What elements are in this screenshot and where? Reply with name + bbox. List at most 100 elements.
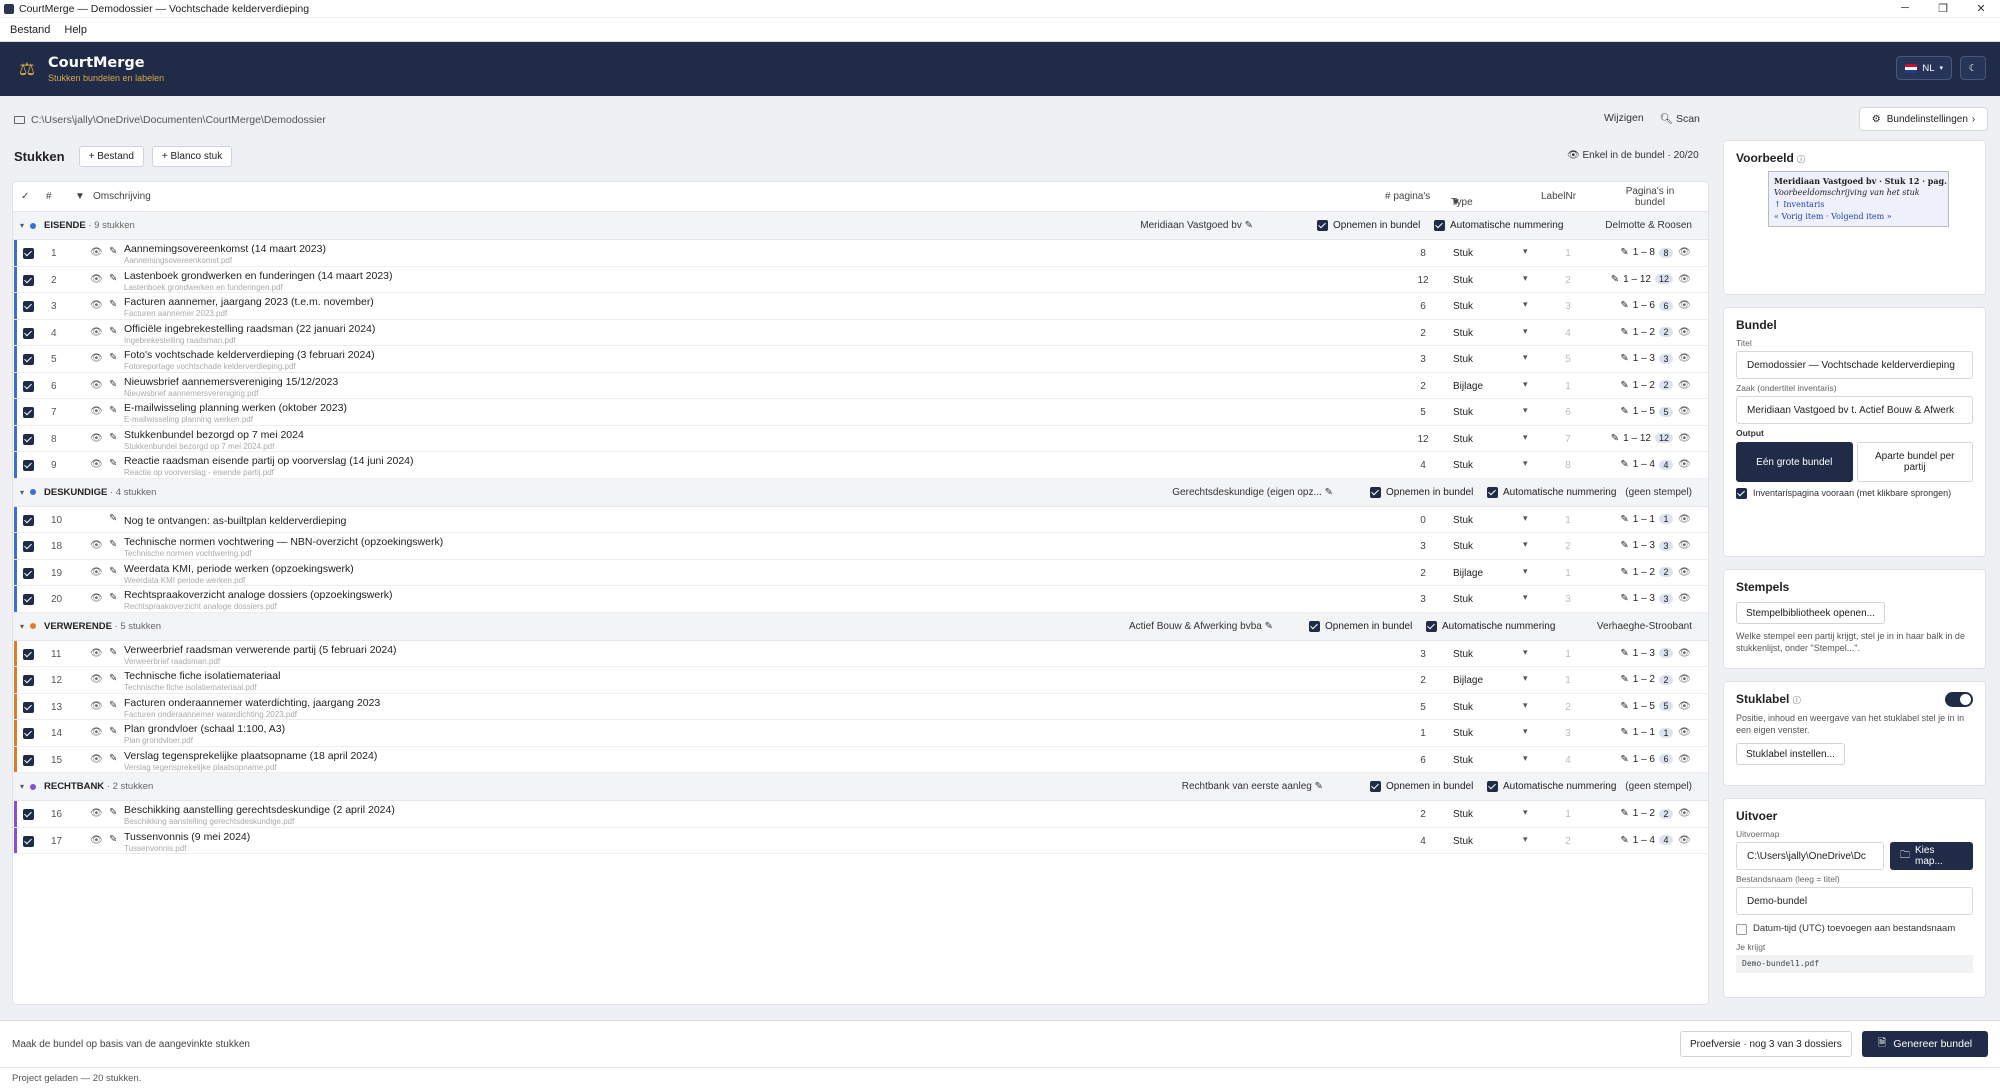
edit-pencil-icon[interactable]: ✎ xyxy=(109,246,117,257)
edit-pencil-icon[interactable]: ✎ xyxy=(109,592,117,603)
row-type-select[interactable]: Stuk xyxy=(1453,275,1473,286)
row-description[interactable]: Weerdata KMI, periode werken (opzoekings… xyxy=(124,563,354,575)
wijzigen-button[interactable]: Wijzigen xyxy=(1604,112,1644,125)
row-checkbox[interactable] xyxy=(23,728,34,739)
group-header[interactable]: ▾ RECHTBANK · 2 stukken Rechtbank van eers… xyxy=(13,773,1708,801)
pencil-icon[interactable]: ✎ xyxy=(1620,540,1628,551)
view-eye-icon[interactable]: 👁︎ xyxy=(1678,300,1691,311)
view-eye-icon[interactable]: 👁︎ xyxy=(1678,540,1691,551)
pencil-icon[interactable]: ✎ xyxy=(1620,754,1628,765)
stuklabel-toggle[interactable] xyxy=(1945,692,1973,707)
party-name[interactable]: Gerechtsdeskundige (eigen opz... ✎ xyxy=(1133,487,1333,498)
view-eye-icon[interactable]: 👁︎ xyxy=(1678,648,1691,659)
pencil-icon[interactable]: ✎ xyxy=(1620,648,1628,659)
view-eye-icon[interactable]: 👁︎ xyxy=(1678,327,1691,338)
table-row[interactable]: 17 👁︎ ✎ Tussenvonnis (9 mei 2024) Tussenvonn… xyxy=(13,827,1708,854)
view-eye-icon[interactable]: 👁︎ xyxy=(1678,701,1691,712)
table-row[interactable]: 7 👁︎ ✎ E-mailwisseling planning werken (okt… xyxy=(13,399,1708,426)
edit-pencil-icon[interactable]: ✎ xyxy=(109,539,117,550)
scan-button[interactable]: 🔍︎ Scan xyxy=(1660,112,1700,125)
row-type-select[interactable]: Stuk xyxy=(1453,809,1473,820)
pencil-icon[interactable]: ✎ xyxy=(1620,353,1628,364)
chevron-down-icon[interactable]: ▾ xyxy=(1523,539,1528,550)
table-row[interactable]: 16 👁︎ ✎ Beschikking aanstelling gerechtsdes… xyxy=(13,801,1708,828)
auto-number-checkbox[interactable] xyxy=(1487,486,1498,498)
row-type-select[interactable]: Stuk xyxy=(1453,407,1473,418)
chevron-down-icon[interactable]: ▾ xyxy=(1523,834,1528,845)
select-all-checkmark-icon[interactable]: ✓ xyxy=(21,191,29,202)
row-checkbox[interactable] xyxy=(23,274,34,286)
view-eye-icon[interactable]: 👁︎ xyxy=(1678,514,1691,525)
preview-eye-icon[interactable]: 👁︎ xyxy=(90,567,103,578)
view-eye-icon[interactable]: 👁︎ xyxy=(1678,754,1691,765)
row-type-select[interactable]: Bijlage xyxy=(1453,381,1483,392)
stempelbibliotheek-button[interactable]: Stempelbibliotheek openen... xyxy=(1736,602,1885,624)
pencil-icon[interactable]: ✎ xyxy=(1620,727,1628,738)
row-checkbox[interactable] xyxy=(23,701,34,713)
row-description[interactable]: Facturen onderaannemer waterdichting, ja… xyxy=(124,697,380,709)
auto-number-option[interactable]: Automatische nummering xyxy=(1487,486,1616,498)
genereer-bundel-button[interactable]: 🗎 Genereer bundel xyxy=(1862,1031,1988,1057)
row-type-select[interactable]: Stuk xyxy=(1453,354,1473,365)
preview-eye-icon[interactable]: 👁︎ xyxy=(90,459,103,470)
auto-number-checkbox[interactable] xyxy=(1434,220,1445,231)
edit-pencil-icon[interactable]: ✎ xyxy=(109,432,117,443)
view-eye-icon[interactable]: 👁︎ xyxy=(1678,459,1691,470)
row-type-select[interactable]: Bijlage xyxy=(1453,568,1483,579)
row-checkbox[interactable] xyxy=(23,301,34,312)
chevron-down-icon[interactable]: ▾ xyxy=(1523,566,1528,577)
row-description[interactable]: Reactie raadsman eisende partij op voorv… xyxy=(124,455,414,467)
output-one-bundle[interactable]: Eén grote bundel xyxy=(1736,442,1853,482)
row-type-select[interactable]: Stuk xyxy=(1453,515,1473,526)
preview-eye-icon[interactable]: 👁︎ xyxy=(90,274,103,285)
include-option[interactable]: Opnemen in bundel xyxy=(1317,220,1420,231)
edit-pencil-icon[interactable]: ✎ xyxy=(109,647,117,658)
stamp-name[interactable]: Verhaeghe-Stroobant xyxy=(1597,621,1692,632)
close-icon[interactable]: ✕ xyxy=(1962,2,2000,15)
pencil-icon[interactable]: ✎ xyxy=(1620,567,1628,578)
zaak-input[interactable]: Meridiaan Vastgoed bv t. Actief Bouw & A… xyxy=(1736,396,1973,424)
menu-bestand[interactable]: Bestand xyxy=(10,24,50,36)
collapse-arrow-icon[interactable]: ▾ xyxy=(20,488,24,497)
chevron-down-icon[interactable]: ▾ xyxy=(1523,432,1528,443)
table-row[interactable]: 8 👁︎ ✎ Stukkenbundel bezorgd op 7 mei 2024 S… xyxy=(13,425,1708,452)
row-checkbox[interactable] xyxy=(23,248,34,259)
pencil-icon[interactable]: ✎ xyxy=(1620,459,1628,470)
chevron-down-icon[interactable]: ▾ xyxy=(1523,647,1528,658)
row-description[interactable]: Stukkenbundel bezorgd op 7 mei 2024 xyxy=(124,429,304,441)
maximize-icon[interactable]: ❐ xyxy=(1924,2,1962,15)
preview-eye-icon[interactable]: 👁︎ xyxy=(90,247,103,258)
collapse-arrow-icon[interactable]: ▾ xyxy=(20,221,24,230)
row-checkbox[interactable] xyxy=(23,675,34,686)
menu-help[interactable]: Help xyxy=(64,24,87,36)
row-type-select[interactable]: Stuk xyxy=(1453,728,1473,739)
row-description[interactable]: Beschikking aanstelling gerechtsdeskundi… xyxy=(124,804,395,816)
row-checkbox[interactable] xyxy=(23,541,34,552)
table-row[interactable]: 6 👁︎ ✎ Nieuwsbrief aannemersvereniging 15/1… xyxy=(13,372,1708,399)
chevron-down-icon[interactable]: ▾ xyxy=(1523,299,1528,310)
dark-mode-toggle[interactable]: ☾ xyxy=(1960,56,1986,80)
table-row[interactable]: 15 👁︎ ✎ Verslag tegensprekelijke plaatsopna… xyxy=(13,746,1708,773)
pencil-icon[interactable]: ✎ xyxy=(1620,593,1628,604)
include-option[interactable]: Opnemen in bundel xyxy=(1370,781,1473,792)
edit-pencil-icon[interactable]: ✎ xyxy=(109,807,117,818)
preview-eye-icon[interactable]: 👁︎ xyxy=(90,300,103,311)
row-checkbox[interactable] xyxy=(23,754,34,766)
row-type-select[interactable]: Stuk xyxy=(1453,594,1473,605)
view-eye-icon[interactable]: 👁︎ xyxy=(1678,353,1691,364)
inventaris-checkbox[interactable] xyxy=(1736,488,1747,499)
row-description[interactable]: Technische normen vochtwering — NBN-over… xyxy=(124,536,443,548)
preview-eye-icon[interactable]: 👁︎ xyxy=(90,835,103,846)
preview-eye-icon[interactable]: 👁︎ xyxy=(90,380,103,391)
chevron-down-icon[interactable]: ▾ xyxy=(1523,513,1528,524)
row-type-select[interactable]: Stuk xyxy=(1453,541,1473,552)
chevron-down-icon[interactable]: ▾ xyxy=(1523,673,1528,684)
preview-eye-icon[interactable]: 👁︎ xyxy=(90,406,103,417)
preview-eye-icon[interactable]: 👁︎ xyxy=(90,808,103,819)
chevron-down-icon[interactable]: ▾ xyxy=(1523,405,1528,416)
row-type-select[interactable]: Stuk xyxy=(1453,248,1473,259)
col-label[interactable]: LabelNr xyxy=(1541,191,1576,202)
preview-eye-icon[interactable]: 👁︎ xyxy=(90,648,103,659)
row-checkbox[interactable] xyxy=(23,380,34,392)
pencil-icon[interactable]: ✎ xyxy=(1620,701,1628,712)
